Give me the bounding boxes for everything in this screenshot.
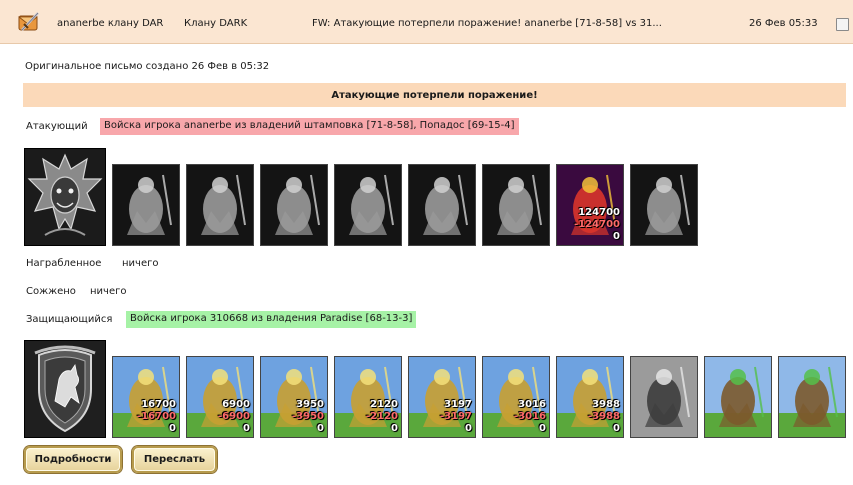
unit-survivors: 0 xyxy=(613,231,620,242)
original-note: Оригинальное письмо создано 26 Фев в 05:… xyxy=(25,61,270,72)
unit-survivors: 0 xyxy=(317,423,324,434)
attacker-unit-1[interactable] xyxy=(112,164,180,246)
message-header: ananerbe клану DAR Клану DARK FW: Атакую… xyxy=(0,0,853,44)
skeleton-warrior-icon xyxy=(187,165,253,245)
grey-wraith-icon xyxy=(631,357,697,437)
unit-loss: -3016 xyxy=(514,411,546,422)
ghost-dragon-icon xyxy=(113,165,179,245)
unit-count: 3950 xyxy=(296,399,324,410)
defender-unit-9[interactable] xyxy=(704,356,772,438)
defender-unit-7[interactable]: 3988 -3988 0 xyxy=(556,356,624,438)
attacker-unit-5[interactable] xyxy=(408,164,476,246)
forward-button[interactable]: Переслать xyxy=(132,446,217,473)
unit-survivors: 0 xyxy=(169,423,176,434)
unit-survivors: 0 xyxy=(243,423,250,434)
details-button[interactable]: Подробности xyxy=(24,446,122,473)
message-from: ananerbe клану DAR xyxy=(57,18,164,29)
attacker-unit-3[interactable] xyxy=(260,164,328,246)
message-to: Клану DARK xyxy=(184,18,248,29)
unit-count: 3197 xyxy=(444,399,472,410)
unit-count: 2120 xyxy=(370,399,398,410)
dragon-crest-icon xyxy=(24,148,106,246)
attacker-unit-6[interactable] xyxy=(482,164,550,246)
unit-count: 3988 xyxy=(592,399,620,410)
shadow-beast-icon xyxy=(409,165,475,245)
defender-unit-8[interactable] xyxy=(630,356,698,438)
attacker-unit-2[interactable] xyxy=(186,164,254,246)
unit-loss: -16700 xyxy=(137,411,176,422)
defender-unit-5[interactable]: 3197 -3197 0 xyxy=(408,356,476,438)
defender-unit-4[interactable]: 2120 -2120 0 xyxy=(334,356,402,438)
defender-unit-1[interactable]: 16700 -16700 0 xyxy=(112,356,180,438)
unit-survivors: 0 xyxy=(539,423,546,434)
message-date: 26 Фев 05:33 xyxy=(749,18,818,29)
unit-loss: -3950 xyxy=(292,411,324,422)
attacker-unit-8[interactable] xyxy=(630,164,698,246)
tower-icon xyxy=(779,357,845,437)
defender-label: Защищающийся xyxy=(26,314,113,325)
plundered-value: ничего xyxy=(122,258,159,269)
defender-description: Войска игрока 310668 из владения Paradis… xyxy=(126,311,417,328)
death-knight-icon xyxy=(483,165,549,245)
bone-dragon-icon xyxy=(335,165,401,245)
defender-unit-6[interactable]: 3016 -3016 0 xyxy=(482,356,550,438)
message-subject[interactable]: FW: Атакующие потерпели поражение! anane… xyxy=(312,18,662,29)
ghoul-icon xyxy=(261,165,327,245)
attacker-unit-4[interactable] xyxy=(334,164,402,246)
result-banner: Атакующие потерпели поражение! xyxy=(23,83,846,107)
attacker-unit-7[interactable]: 124700 -124700 0 xyxy=(556,164,624,246)
unit-count: 124700 xyxy=(578,207,620,218)
attacker-description: Войска игрока ananerbe из владений штамп… xyxy=(100,118,519,135)
unit-loss: -3988 xyxy=(588,411,620,422)
griffin-shield-icon xyxy=(24,340,106,438)
attacker-label: Атакующий xyxy=(26,121,88,132)
unit-loss: -3197 xyxy=(440,411,472,422)
unit-loss: -124700 xyxy=(574,219,620,230)
unit-survivors: 0 xyxy=(613,423,620,434)
defender-unit-2[interactable]: 6900 -6900 0 xyxy=(186,356,254,438)
unit-survivors: 0 xyxy=(391,423,398,434)
defender-unit-10[interactable] xyxy=(778,356,846,438)
burned-label: Сожжено xyxy=(26,286,76,297)
defender-unit-3[interactable]: 3950 -3950 0 xyxy=(260,356,328,438)
unit-count: 16700 xyxy=(141,399,176,410)
unit-count: 3016 xyxy=(518,399,546,410)
unit-loss: -2120 xyxy=(366,411,398,422)
select-checkbox[interactable] xyxy=(836,18,849,31)
mail-sword-icon xyxy=(17,12,39,31)
burned-value: ничего xyxy=(90,286,127,297)
plundered-label: Награбленное xyxy=(26,258,102,269)
unit-survivors: 0 xyxy=(465,423,472,434)
wraith-icon xyxy=(631,165,697,245)
unit-loss: -6900 xyxy=(218,411,250,422)
tower-icon xyxy=(705,357,771,437)
unit-count: 6900 xyxy=(222,399,250,410)
